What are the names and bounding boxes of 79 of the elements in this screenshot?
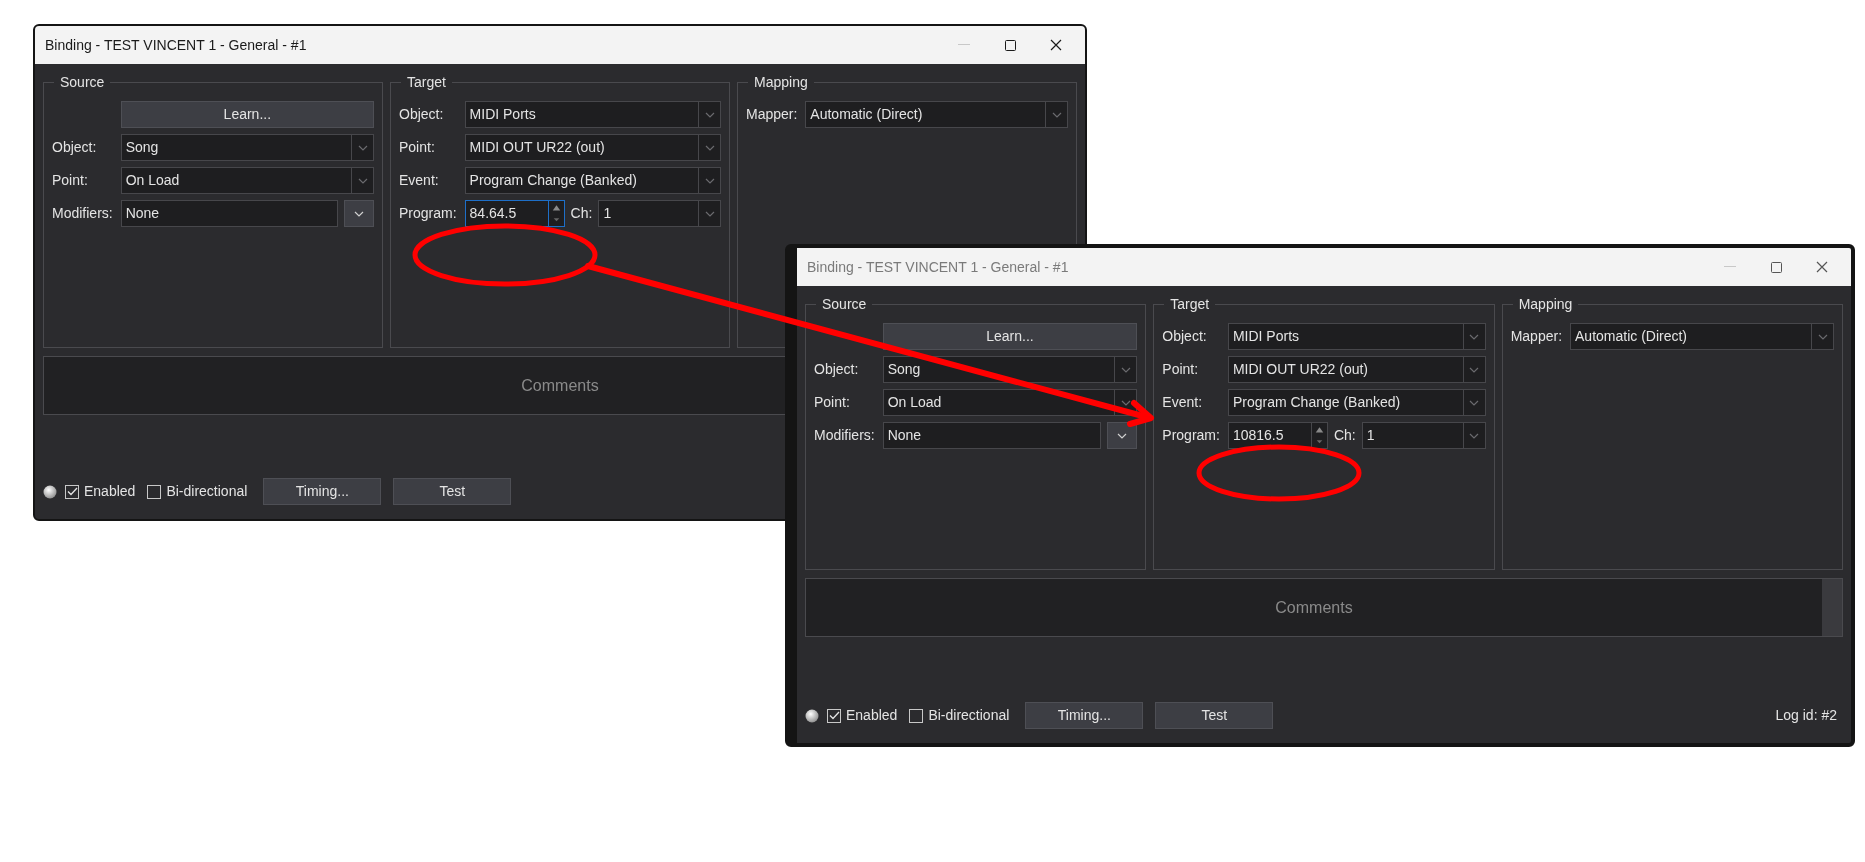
chevron-down-icon xyxy=(1117,432,1128,439)
dropdown[interactable]: MIDI OUT UR22 (out) xyxy=(464,134,721,161)
chevron-down-icon xyxy=(704,144,715,151)
field-label: Point: xyxy=(1162,360,1200,379)
field-label: Mapper: xyxy=(1510,327,1562,346)
checkbox[interactable] xyxy=(147,484,162,499)
checkbox-label: Enabled xyxy=(846,706,898,725)
chevron-down-icon xyxy=(354,210,364,217)
status-led-icon xyxy=(805,708,819,723)
dropdown[interactable]: Automatic (Direct) xyxy=(1570,323,1834,350)
field-label: Ch: xyxy=(570,204,593,223)
field-label: Point: xyxy=(52,171,89,190)
input-field[interactable]: None xyxy=(882,422,1102,449)
maximize-icon[interactable] xyxy=(1004,39,1016,51)
chevron-down-icon xyxy=(1469,432,1480,439)
checkbox[interactable] xyxy=(827,708,841,723)
scrollbar[interactable] xyxy=(1822,579,1842,636)
field-label: Mapper: xyxy=(746,105,798,124)
field-label: Object: xyxy=(814,360,860,379)
input-field[interactable]: None xyxy=(120,200,338,227)
dropdown[interactable]: MIDI Ports xyxy=(1227,323,1486,350)
chevron-down-icon xyxy=(357,177,368,184)
dropdown[interactable]: Automatic (Direct) xyxy=(805,101,1068,128)
status-led-icon xyxy=(43,484,57,499)
checkbox-label: Enabled xyxy=(84,482,136,501)
field-label: Modifiers: xyxy=(814,426,875,445)
field-label: Program: xyxy=(399,204,457,223)
comments-field[interactable]: Comments xyxy=(805,578,1843,637)
close-icon[interactable] xyxy=(1050,39,1062,51)
chevron-down-icon xyxy=(1469,366,1480,373)
chevron-down-icon xyxy=(704,111,715,118)
dropdown[interactable]: Song xyxy=(120,134,374,161)
dropdown[interactable]: Program Change (Banked) xyxy=(464,167,721,194)
dialog-button[interactable]: Timing... xyxy=(1025,702,1144,729)
chevron-down-icon xyxy=(1120,399,1131,406)
field-label: Object: xyxy=(399,105,445,124)
dropdown[interactable]: 1 xyxy=(1361,422,1486,449)
dropdown[interactable]: On Load xyxy=(882,389,1138,416)
chevron-down-icon xyxy=(1469,333,1480,340)
field-label: Event: xyxy=(399,171,440,190)
dialog-button[interactable]: Test xyxy=(393,478,512,505)
dialog-button[interactable]: Test xyxy=(1155,702,1274,729)
checkbox-label: Bi-directional xyxy=(928,706,1010,725)
field-label: Object: xyxy=(1162,327,1208,346)
chevron-down-icon xyxy=(357,144,368,151)
checkbox[interactable] xyxy=(65,484,79,499)
field-label: Ch: xyxy=(1333,426,1356,445)
learn-button[interactable]: Learn... xyxy=(120,101,374,128)
checkbox-label: Bi-directional xyxy=(166,482,248,501)
dropdown[interactable]: On Load xyxy=(120,167,374,194)
field-label: Point: xyxy=(814,393,851,412)
field-label: Object: xyxy=(52,138,98,157)
learn-button[interactable]: Learn... xyxy=(882,323,1138,350)
field-label: Event: xyxy=(1162,393,1204,412)
group-title: Mapping xyxy=(748,73,814,91)
chevron-down-icon xyxy=(704,177,715,184)
maximize-icon[interactable] xyxy=(1770,261,1782,273)
field-label: Program: xyxy=(1162,426,1220,445)
group-title: Mapping xyxy=(1512,295,1579,313)
dialog-button[interactable]: Timing... xyxy=(263,478,382,505)
dropdown[interactable]: Program Change (Banked) xyxy=(1227,389,1486,416)
chevron-down-icon xyxy=(704,210,715,217)
dropdown[interactable]: MIDI Ports xyxy=(464,101,721,128)
dropdown-button[interactable] xyxy=(1107,422,1138,449)
dropdown[interactable]: MIDI OUT UR22 (out) xyxy=(1227,356,1486,383)
chevron-down-icon xyxy=(1817,333,1828,340)
dropdown[interactable]: Song xyxy=(882,356,1138,383)
chevron-down-icon xyxy=(1469,399,1480,406)
dropdown[interactable]: 1 xyxy=(598,200,721,227)
window-title: Binding - TEST VINCENT 1 - General - #1 xyxy=(45,35,307,55)
log-id-label: Log id: #2 xyxy=(1775,706,1837,725)
field-label: Point: xyxy=(399,138,436,157)
chevron-down-icon xyxy=(1051,111,1062,118)
window-title: Binding - TEST VINCENT 1 - General - #1 xyxy=(807,257,1069,277)
checkbox[interactable] xyxy=(909,708,924,723)
chevron-down-icon xyxy=(1120,366,1131,373)
spin-box[interactable]: 84.64.5 xyxy=(464,200,565,227)
field-label: Modifiers: xyxy=(52,204,113,223)
close-icon[interactable] xyxy=(1816,261,1828,273)
